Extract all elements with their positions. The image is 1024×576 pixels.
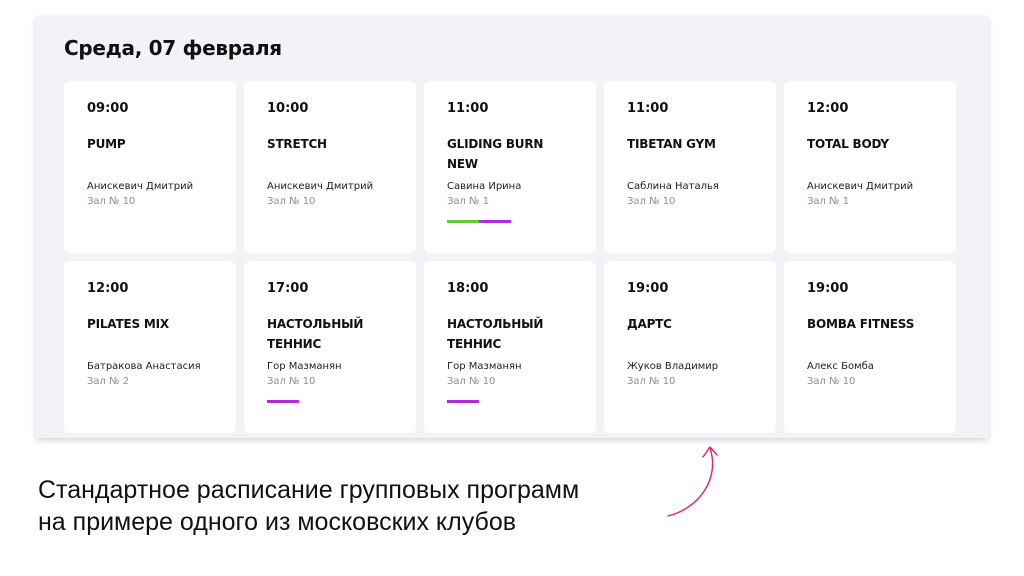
class-card[interactable]: 11:00 GLIDING BURN NEW Савина Ирина Зал № 1	[424, 81, 596, 253]
trainer-name: Жуков Владимир	[627, 361, 719, 372]
hall-label: Зал № 10	[627, 376, 676, 387]
caption-line-1: Стандартное расписание групповых програм…	[38, 476, 580, 504]
trainer-name: Анискевич Дмитрий	[807, 181, 914, 192]
category-tags	[87, 400, 214, 403]
class-card[interactable]: 18:00 НАСТОЛЬНЫЙ ТЕННИС Гор Мазманян Зал № …	[424, 261, 596, 433]
class-time: 19:00	[807, 281, 849, 296]
caption-line-2: на примере одного из московских клубов	[38, 508, 517, 536]
class-card[interactable]: 19:00 ДАРТС Жуков Владимир Зал № 10	[604, 261, 776, 433]
category-tags	[807, 220, 934, 223]
hall-label: Зал № 1	[447, 196, 490, 207]
category-tags	[807, 400, 934, 403]
trainer-name: Алекс Бомба	[807, 361, 874, 372]
trainer-name: Батракова Анастасия	[87, 361, 201, 372]
class-time: 18:00	[447, 281, 489, 296]
category-tag	[479, 220, 511, 223]
class-name: STRETCH	[267, 137, 327, 151]
category-tag	[447, 220, 479, 223]
class-card[interactable]: 12:00 TOTAL BODY Анискевич Дмитрий Зал № 1	[784, 81, 956, 253]
class-time: 09:00	[87, 101, 129, 116]
schedule-panel: Среда, 07 февраля 09:00 PUMP Анискевич Дми…	[36, 16, 988, 438]
class-time: 12:00	[87, 281, 129, 296]
class-card[interactable]: 12:00 PILATES MIX Батракова Анастасия Зал №…	[64, 261, 236, 433]
hall-label: Зал № 10	[267, 196, 316, 207]
class-name: НАСТОЛЬНЫЙ ТЕННИС	[447, 317, 544, 351]
category-tag	[447, 400, 479, 403]
hall-label: Зал № 10	[447, 376, 496, 387]
class-card[interactable]: 10:00 STRETCH Анискевич Дмитрий Зал № 10	[244, 81, 416, 253]
category-tags	[267, 400, 394, 403]
trainer-name: Гор Мазманян	[267, 361, 342, 372]
trainer-name: Анискевич Дмитрий	[87, 181, 194, 192]
class-name: ДАРТС	[627, 317, 672, 331]
hall-label: Зал № 2	[87, 376, 130, 387]
class-name: PILATES MIX	[87, 317, 169, 331]
category-tags	[447, 400, 574, 403]
class-name: TOTAL BODY	[807, 137, 889, 151]
class-name: PUMP	[87, 137, 126, 151]
hall-label: Зал № 10	[87, 196, 136, 207]
day-title: Среда, 07 февраля	[64, 36, 282, 60]
class-time: 11:00	[447, 101, 489, 116]
class-time: 10:00	[267, 101, 309, 116]
trainer-name: Гор Мазманян	[447, 361, 522, 372]
trainer-name: Савина Ирина	[447, 181, 522, 192]
class-time: 11:00	[627, 101, 669, 116]
trainer-name: Саблина Наталья	[627, 181, 719, 192]
class-grid: 09:00 PUMP Анискевич Дмитрий Зал № 10 10:00 S…	[64, 81, 956, 433]
curved-arrow-icon	[667, 446, 718, 517]
class-card[interactable]: 19:00 BOMBA FITNESS Алекс Бомба Зал № 10	[784, 261, 956, 433]
class-name: НАСТОЛЬНЫЙ ТЕННИС	[267, 317, 364, 351]
category-tags	[87, 220, 214, 223]
caption: Стандартное расписание групповых програм…	[38, 474, 579, 538]
hall-label: Зал № 10	[627, 196, 676, 207]
class-card[interactable]: 17:00 НАСТОЛЬНЫЙ ТЕННИС Гор Мазманян Зал № …	[244, 261, 416, 433]
class-name: TIBETAN GYM	[627, 137, 716, 151]
hall-label: Зал № 10	[267, 376, 316, 387]
class-time: 12:00	[807, 101, 849, 116]
category-tags	[627, 400, 754, 403]
category-tag	[267, 400, 299, 403]
class-time: 17:00	[267, 281, 309, 296]
class-name: BOMBA FITNESS	[807, 317, 915, 331]
trainer-name: Анискевич Дмитрий	[267, 181, 374, 192]
class-name: GLIDING BURN NEW	[447, 137, 544, 171]
hall-label: Зал № 10	[807, 376, 856, 387]
category-tags	[447, 220, 574, 223]
class-card[interactable]: 11:00 TIBETAN GYM Саблина Наталья Зал № 10	[604, 81, 776, 253]
class-time: 19:00	[627, 281, 669, 296]
category-tags	[267, 220, 394, 223]
category-tags	[627, 220, 754, 223]
class-card[interactable]: 09:00 PUMP Анискевич Дмитрий Зал № 10	[64, 81, 236, 253]
hall-label: Зал № 1	[807, 196, 850, 207]
